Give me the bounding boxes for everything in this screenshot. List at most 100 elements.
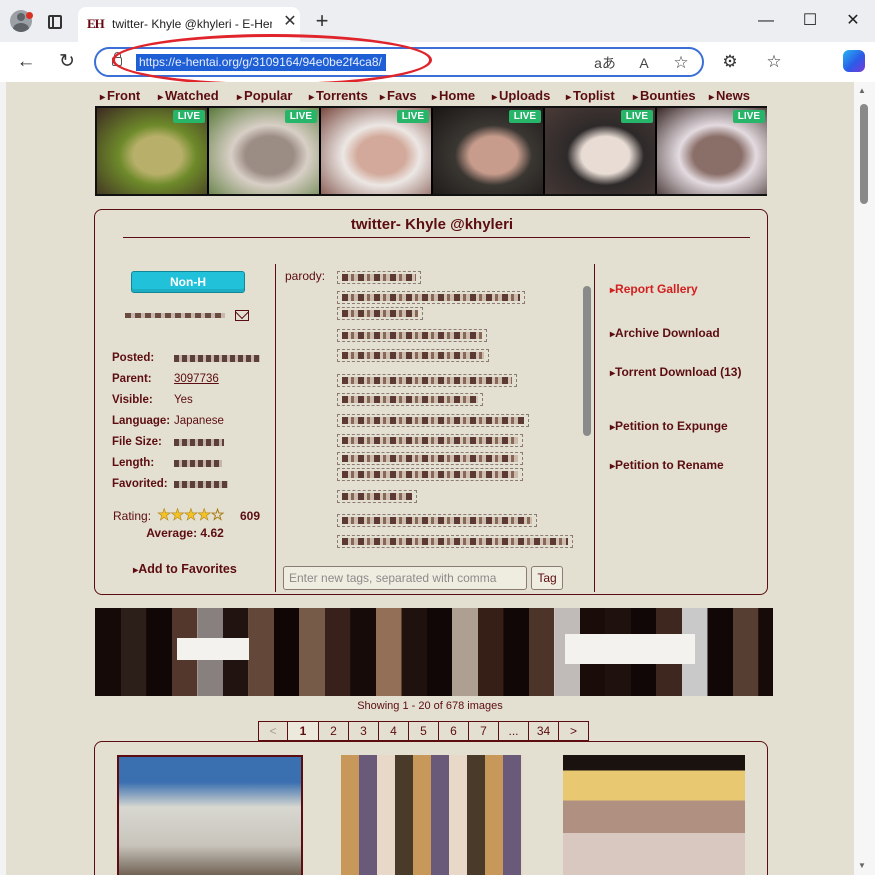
maximize-icon[interactable]: ☐ (796, 8, 824, 34)
nav-link-home[interactable]: Home (432, 88, 475, 103)
nav-link-front[interactable]: Front (100, 88, 140, 103)
add-to-favorites-link[interactable]: Add to Favorites (95, 562, 275, 576)
meta-value-pixelated (174, 436, 224, 449)
nav-link-popular[interactable]: Popular (237, 88, 292, 103)
meta-value[interactable]: 3097736 (174, 373, 219, 385)
pixelated-text (342, 538, 568, 545)
category-badge[interactable]: Non-H (131, 271, 245, 293)
pixel-block (503, 608, 529, 696)
copilot-icon[interactable] (843, 50, 865, 72)
page-5[interactable]: 5 (408, 721, 439, 741)
pixelated-text (342, 274, 416, 281)
tab-actions-icon[interactable] (48, 15, 62, 29)
tag-pixelated[interactable] (337, 393, 483, 406)
action-petition-to-expunge[interactable]: Petition to Expunge (610, 419, 728, 433)
page-7[interactable]: 7 (468, 721, 499, 741)
live-cam-banner[interactable]: » LIVELIVELIVELIVELIVELIVE (95, 106, 767, 196)
read-mode-icon[interactable]: aあ (594, 52, 616, 74)
tag-pixelated[interactable] (337, 490, 417, 503)
nav-link-toplist[interactable]: Toplist (566, 88, 615, 103)
gallery-thumbnail[interactable] (563, 755, 745, 875)
live-thumbnail[interactable]: LIVE (97, 108, 207, 194)
gallery-thumbnail[interactable] (117, 755, 303, 875)
pixelated-text (342, 294, 520, 301)
page-2[interactable]: 2 (318, 721, 349, 741)
scroll-down-icon[interactable]: ▼ (858, 861, 866, 870)
tag-pixelated[interactable] (337, 291, 525, 304)
nav-link-torrents[interactable]: Torrents (309, 88, 368, 103)
tag-pixelated[interactable] (337, 434, 523, 447)
tag-pixelated[interactable] (337, 414, 529, 427)
meta-value-pixelated (174, 352, 260, 365)
extensions-icon[interactable]: ⚙ (718, 50, 742, 74)
tag-pixelated[interactable] (337, 468, 523, 481)
tag-list-scrollbar[interactable] (581, 264, 593, 554)
address-bar[interactable]: https://e-hentai.org/g/3109164/94e0be2f4… (94, 47, 704, 77)
page-4[interactable]: 4 (378, 721, 409, 741)
column-divider (594, 264, 595, 592)
meta-row: Language: Japanese (112, 415, 272, 429)
url-text-selected[interactable]: https://e-hentai.org/g/3109164/94e0be2f4… (136, 54, 386, 71)
tag-pixelated[interactable] (337, 349, 489, 362)
tag-pixelated[interactable] (337, 374, 517, 387)
minimize-icon[interactable]: — (752, 8, 780, 34)
tag-list: parody: (285, 265, 585, 555)
action-petition-to-rename[interactable]: Petition to Rename (610, 458, 724, 472)
nav-link-bounties[interactable]: Bounties (633, 88, 696, 103)
action-torrent-download-13[interactable]: Torrent Download (13) (610, 365, 741, 379)
favorites-icon[interactable]: ☆ (762, 50, 786, 74)
tag-pixelated[interactable] (337, 307, 423, 320)
rating-stars[interactable]: ★★★★☆ (157, 507, 235, 524)
next-page-button[interactable]: > (558, 721, 589, 741)
window-close-icon[interactable]: ✕ (839, 8, 867, 34)
page-6[interactable]: 6 (438, 721, 469, 741)
read-aloud-icon[interactable]: A (633, 52, 655, 74)
page-34[interactable]: 34 (528, 721, 559, 741)
page-1[interactable]: 1 (287, 721, 319, 741)
gallery-thumbnail[interactable] (341, 755, 523, 875)
close-icon[interactable]: ✕ (281, 13, 299, 31)
refresh-icon[interactable]: ↻ (54, 49, 80, 75)
pixelated-ad-banner[interactable] (95, 608, 773, 696)
meta-value-pixelated (174, 457, 222, 470)
nav-link-news[interactable]: News (709, 88, 750, 103)
page-scrollbar[interactable]: ▲ ▼ (854, 82, 875, 875)
tag-pixelated[interactable] (337, 271, 421, 284)
back-arrow-icon[interactable]: ← (13, 49, 39, 75)
tag-pixelated[interactable] (337, 535, 573, 548)
tag-scroll-thumb[interactable] (583, 286, 591, 436)
action-report-gallery[interactable]: Report Gallery (610, 282, 698, 296)
pixel-block (401, 608, 427, 696)
browser-tab[interactable]: EH twitter- Khyle @khyleri - E-Hentai ✕ (78, 7, 300, 42)
page-3[interactable]: 3 (348, 721, 379, 741)
tab-title: twitter- Khyle @khyleri - E-Hentai (112, 17, 272, 31)
uploader-name-pixelated[interactable] (125, 313, 225, 318)
tag-pixelated[interactable] (337, 452, 523, 465)
tag-pixelated[interactable] (337, 514, 537, 527)
live-thumbnail[interactable]: LIVE (545, 108, 655, 194)
star-icon[interactable]: ☆ (670, 52, 692, 74)
nav-link-watched[interactable]: Watched (158, 88, 219, 103)
page-ellipsis: ... (498, 721, 529, 741)
nav-link-uploads[interactable]: Uploads (492, 88, 550, 103)
meta-label: File Size: (112, 436, 162, 448)
nav-link-favs[interactable]: Favs (380, 88, 417, 103)
new-tags-input[interactable]: Enter new tags, separated with comma (283, 566, 527, 590)
live-thumbnail[interactable]: LIVE (657, 108, 767, 194)
mail-icon[interactable] (235, 310, 249, 321)
live-badge: LIVE (732, 110, 765, 123)
action-archive-download[interactable]: Archive Download (610, 326, 720, 340)
live-thumbnail[interactable]: LIVE (433, 108, 543, 194)
tag-pixelated[interactable] (337, 329, 487, 342)
prev-page-button[interactable]: < (258, 721, 288, 741)
page-scroll-thumb[interactable] (860, 104, 868, 204)
live-thumbnail[interactable]: LIVE (209, 108, 319, 194)
scroll-up-icon[interactable]: ▲ (858, 86, 866, 95)
eh-favicon-icon: EH (87, 16, 105, 31)
lock-icon[interactable] (112, 52, 122, 66)
tag-submit-button[interactable]: Tag (531, 566, 563, 590)
pixel-block (350, 608, 376, 696)
plus-icon[interactable]: + (311, 10, 333, 33)
meta-label: Posted: (112, 352, 155, 364)
live-thumbnail[interactable]: LIVE (321, 108, 431, 194)
